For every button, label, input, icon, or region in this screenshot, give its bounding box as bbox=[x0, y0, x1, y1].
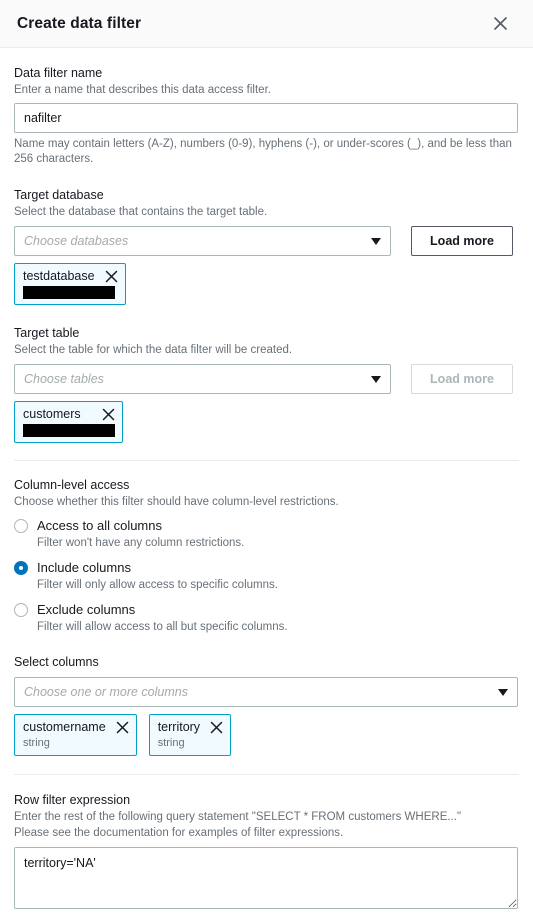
table-chip-label: customers bbox=[23, 407, 81, 421]
column-chip-label: customername bbox=[23, 720, 106, 734]
select-columns-chips: customername string territory string bbox=[14, 714, 519, 756]
target-table-field: Target table Select the table for which … bbox=[14, 305, 519, 443]
database-chip-redacted-value bbox=[23, 286, 115, 299]
target-database-placeholder: Choose databases bbox=[24, 234, 129, 248]
target-table-placeholder: Choose tables bbox=[24, 372, 104, 386]
radio-exclude-columns[interactable]: Exclude columns Filter will allow access… bbox=[14, 601, 519, 635]
radio-label-include-columns: Include columns bbox=[37, 560, 131, 575]
modal-body-lower: Column-level access Choose whether this … bbox=[0, 461, 533, 756]
table-chip: customers bbox=[14, 401, 123, 443]
column-chip-type: string bbox=[157, 737, 185, 749]
radio-desc-exclude-columns: Filter will allow access to all but spec… bbox=[37, 621, 288, 633]
select-columns-placeholder: Choose one or more columns bbox=[24, 685, 188, 699]
target-database-description: Select the database that contains the ta… bbox=[14, 206, 268, 218]
select-columns-select[interactable]: Choose one or more columns bbox=[14, 677, 518, 707]
page-title: Create data filter bbox=[17, 14, 142, 32]
target-database-select[interactable]: Choose databases bbox=[14, 226, 391, 256]
data-filter-name-label: Data filter name bbox=[14, 66, 103, 80]
target-table-select[interactable]: Choose tables bbox=[14, 364, 391, 394]
target-table-label: Target table bbox=[14, 326, 80, 340]
radio-mark-all-columns[interactable] bbox=[14, 519, 28, 533]
row-filter-expression-label: Row filter expression bbox=[14, 793, 131, 807]
radio-mark-include-columns[interactable] bbox=[14, 561, 28, 575]
column-chip: territory string bbox=[148, 714, 232, 756]
row-filter-expression-description-2: Please see the documentation for example… bbox=[14, 827, 344, 839]
data-filter-name-help: Name may contain letters (A-Z), numbers … bbox=[14, 138, 512, 165]
radio-mark-exclude-columns[interactable] bbox=[14, 603, 28, 617]
chevron-down-icon bbox=[371, 237, 381, 245]
load-more-databases-button[interactable]: Load more bbox=[411, 226, 513, 256]
chevron-down-icon bbox=[498, 688, 508, 696]
column-chip-type: string bbox=[23, 737, 50, 749]
table-chip-redacted-value bbox=[23, 424, 115, 437]
chevron-down-icon bbox=[371, 375, 381, 383]
modal-body-footer: Row filter expression Enter the rest of … bbox=[0, 775, 533, 914]
target-database-label: Target database bbox=[14, 188, 104, 202]
database-chip-label: testdatabase bbox=[23, 269, 95, 283]
radio-desc-include-columns: Filter will only allow access to specifi… bbox=[37, 579, 278, 591]
column-level-access-label: Column-level access bbox=[14, 478, 130, 492]
modal-body: Data filter name Enter a name that descr… bbox=[0, 48, 533, 443]
row-filter-expression-field: Row filter expression Enter the rest of … bbox=[14, 775, 519, 914]
remove-table-chip-icon[interactable] bbox=[102, 408, 115, 421]
data-filter-name-field: Data filter name Enter a name that descr… bbox=[14, 48, 519, 167]
radio-access-all-columns[interactable]: Access to all columns Filter won't have … bbox=[14, 517, 519, 551]
column-level-access-description: Choose whether this filter should have c… bbox=[14, 496, 339, 508]
database-chip: testdatabase bbox=[14, 263, 126, 305]
radio-desc-all-columns: Filter won't have any column restriction… bbox=[37, 537, 245, 549]
select-columns-label: Select columns bbox=[14, 655, 99, 669]
data-filter-name-description: Enter a name that describes this data ac… bbox=[14, 84, 271, 96]
load-more-tables-button[interactable]: Load more bbox=[411, 364, 513, 394]
target-database-chips: testdatabase bbox=[14, 263, 519, 305]
column-chip: customername string bbox=[14, 714, 137, 756]
remove-column-chip-icon[interactable] bbox=[210, 721, 223, 734]
remove-column-chip-icon[interactable] bbox=[116, 721, 129, 734]
target-table-chips: customers bbox=[14, 401, 519, 443]
remove-database-chip-icon[interactable] bbox=[105, 270, 118, 283]
target-table-description: Select the table for which the data filt… bbox=[14, 344, 293, 356]
target-database-field: Target database Select the database that… bbox=[14, 167, 519, 305]
radio-include-columns[interactable]: Include columns Filter will only allow a… bbox=[14, 559, 519, 593]
radio-label-all-columns: Access to all columns bbox=[37, 518, 162, 533]
data-filter-name-input[interactable] bbox=[14, 103, 518, 133]
radio-label-exclude-columns: Exclude columns bbox=[37, 602, 136, 617]
row-filter-expression-textarea[interactable] bbox=[14, 847, 518, 909]
select-columns-field: Select columns Choose one or more column… bbox=[14, 635, 519, 756]
column-chip-label: territory bbox=[157, 720, 201, 734]
column-level-access-field: Column-level access Choose whether this … bbox=[14, 461, 519, 635]
close-icon[interactable] bbox=[487, 11, 513, 37]
row-filter-expression-description-1: Enter the rest of the following query st… bbox=[14, 811, 462, 823]
modal-header: Create data filter bbox=[0, 0, 533, 48]
